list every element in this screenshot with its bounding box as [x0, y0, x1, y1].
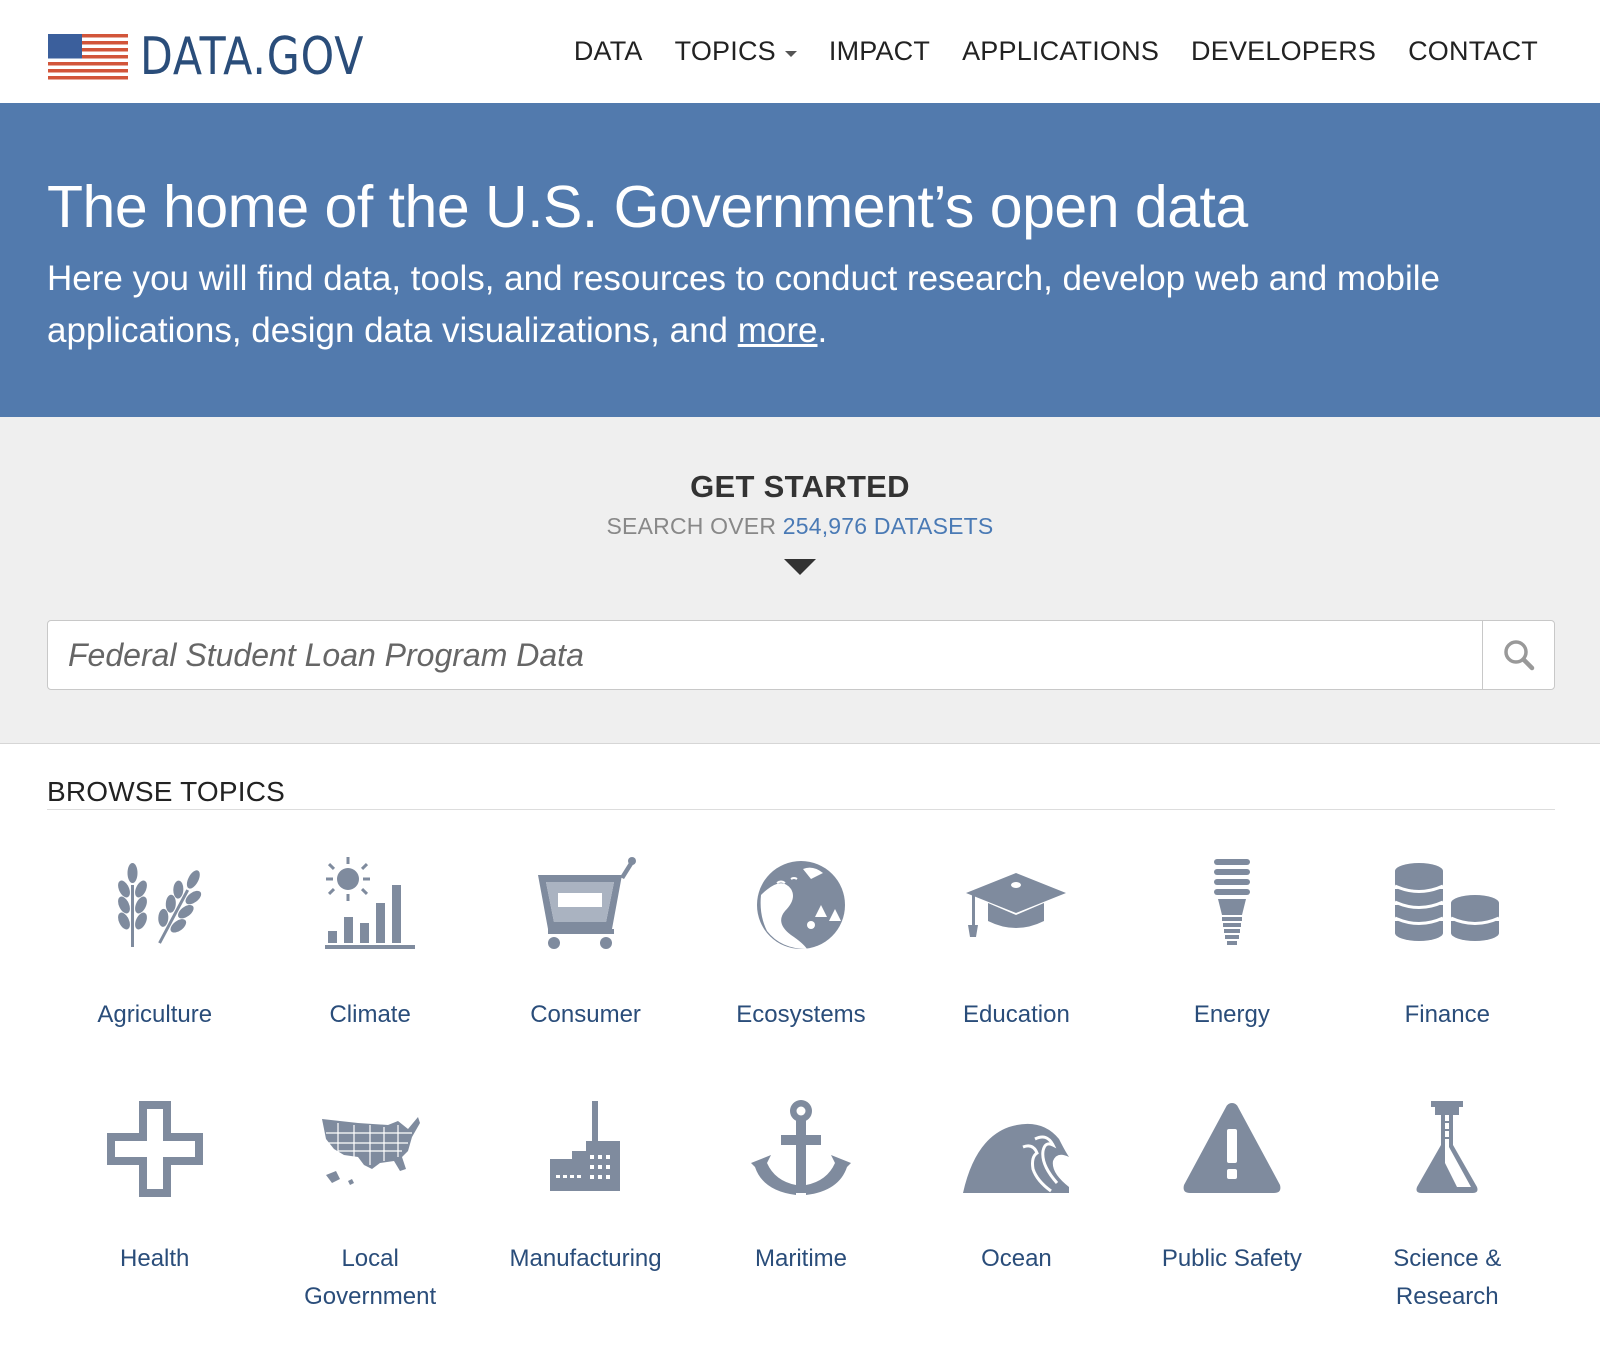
nav-applications[interactable]: APPLICATIONS [962, 36, 1159, 67]
topic-label: Ecosystems [736, 1001, 866, 1028]
topic-agriculture[interactable]: Agriculture [47, 846, 262, 1076]
topic-label: Climate [329, 1001, 411, 1028]
topic-label: Finance [1404, 1001, 1490, 1028]
topic-label: Consumer [530, 1001, 641, 1028]
topic-local-government[interactable]: Local Government [262, 1090, 477, 1320]
topic-ecosystems[interactable]: Ecosystems [693, 846, 908, 1076]
landscape-icon [746, 850, 856, 960]
main-nav: DATA TOPICS IMPACT APPLICATIONS DEVELOPE… [574, 36, 1538, 67]
topic-education[interactable]: Education [909, 846, 1124, 1076]
topics-grid: Agriculture Climate Consumer Ecosystems … [47, 846, 1555, 1320]
topic-energy[interactable]: Energy [1124, 846, 1339, 1076]
site-header: DATA.GOV DATA TOPICS IMPACT APPLICATIONS… [0, 0, 1600, 103]
wave-icon [961, 1094, 1071, 1204]
us-map-icon [315, 1094, 425, 1204]
topic-label: Energy [1193, 1001, 1270, 1028]
hero-banner: The home of the U.S. Government’s open d… [0, 103, 1600, 417]
search-input[interactable] [48, 621, 1484, 689]
search-over-text: SEARCH OVER [606, 513, 783, 539]
cross-icon [100, 1094, 210, 1204]
nav-developers[interactable]: DEVELOPERS [1191, 36, 1376, 67]
nav-contact-label: CONTACT [1408, 36, 1538, 66]
search-form [47, 620, 1555, 690]
topic-label: Public Safety [1161, 1245, 1302, 1272]
nav-impact-label: IMPACT [828, 36, 931, 66]
nav-topics-label: TOPICS [674, 36, 776, 66]
topic-maritime[interactable]: Maritime [693, 1090, 908, 1320]
search-button[interactable] [1482, 621, 1554, 689]
topic-science-research[interactable]: Science & Research [1340, 1090, 1555, 1320]
more-link[interactable]: more [738, 311, 818, 350]
topic-health[interactable]: Health [47, 1090, 262, 1320]
graduation-cap-icon [961, 850, 1071, 960]
flask-icon [1392, 1094, 1502, 1204]
shopping-cart-icon [531, 850, 641, 960]
us-flag-icon [48, 34, 128, 80]
browse-topics-section: BROWSE TOPICS Agriculture Climate Consum… [47, 776, 1555, 1310]
nav-data[interactable]: DATA [574, 36, 643, 67]
site-logo[interactable]: DATA.GOV [48, 28, 413, 86]
topic-finance[interactable]: Finance [1340, 846, 1555, 1076]
caret-down-icon [784, 50, 797, 57]
divider [47, 809, 1555, 810]
arrow-down-icon [784, 559, 816, 575]
search-icon [1503, 640, 1534, 671]
hero-intro: Here you will find data, tools, and reso… [47, 253, 1487, 357]
lightbulb-icon [1177, 850, 1287, 960]
nav-contact[interactable]: CONTACT [1408, 36, 1538, 67]
hero-title: The home of the U.S. Government’s open d… [47, 174, 1248, 240]
topic-public-safety[interactable]: Public Safety [1124, 1090, 1339, 1320]
warning-icon [1177, 1094, 1287, 1204]
topic-label: Education [963, 1001, 1070, 1028]
anchor-icon [746, 1094, 856, 1204]
topic-label: Agriculture [97, 1001, 213, 1028]
nav-impact[interactable]: IMPACT [829, 36, 930, 67]
topic-label: Science & Research [1393, 1245, 1502, 1310]
topic-consumer[interactable]: Consumer [478, 846, 693, 1076]
topic-climate[interactable]: Climate [262, 846, 477, 1076]
logo-text: DATA.GOV [140, 27, 365, 87]
topic-ocean[interactable]: Ocean [909, 1090, 1124, 1320]
coins-icon [1392, 850, 1502, 960]
sun-chart-icon [315, 850, 425, 960]
nav-topics[interactable]: TOPICS [675, 36, 797, 67]
factory-icon [531, 1094, 641, 1204]
browse-topics-heading: BROWSE TOPICS [47, 776, 286, 807]
hero-intro-suffix: . [817, 311, 828, 350]
topic-label: Local Government [304, 1245, 437, 1310]
wheat-icon [100, 850, 210, 960]
dataset-count-link[interactable]: 254,976 DATASETS [783, 513, 994, 539]
topic-label: Ocean [981, 1245, 1052, 1272]
get-started-section: GET STARTED SEARCH OVER 254,976 DATASETS [0, 417, 1600, 744]
topic-label: Manufacturing [509, 1245, 662, 1272]
nav-applications-label: APPLICATIONS [962, 36, 1160, 66]
topic-label: Maritime [754, 1245, 847, 1272]
get-started-heading: GET STARTED [690, 469, 910, 504]
nav-developers-label: DEVELOPERS [1191, 36, 1377, 66]
topic-manufacturing[interactable]: Manufacturing [478, 1090, 693, 1320]
nav-data-label: DATA [573, 36, 643, 66]
dataset-count-line: SEARCH OVER 254,976 DATASETS [0, 513, 1600, 540]
topic-label: Health [120, 1245, 190, 1272]
